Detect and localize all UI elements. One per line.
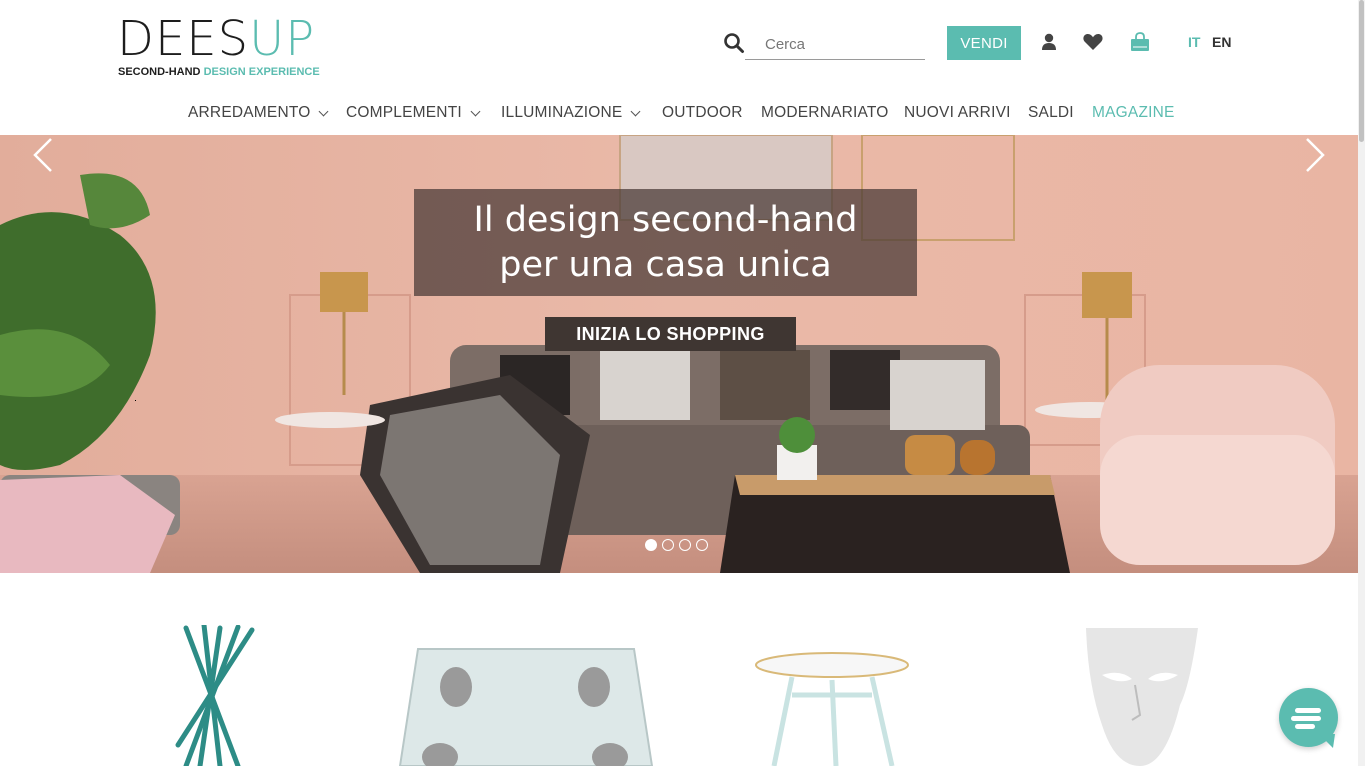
chevron-down-icon (470, 106, 481, 116)
nav-item-saldi[interactable]: SALDI (1028, 104, 1074, 122)
nav-item-complementi[interactable]: COMPLEMENTI (346, 104, 481, 122)
start-shopping-button[interactable]: INIZIA LO SHOPPING (545, 317, 796, 351)
product-image-glass-table[interactable] (398, 625, 654, 766)
language-it[interactable]: IT (1188, 34, 1200, 50)
product-strip (0, 573, 1358, 766)
nav-item-modernariato[interactable]: MODERNARIATO (761, 104, 889, 122)
nav-item-magazine[interactable]: MAGAZINE (1092, 104, 1175, 122)
slider-dots (645, 539, 708, 551)
heart-icon[interactable] (1081, 30, 1105, 54)
chevron-right-icon[interactable] (1295, 135, 1335, 175)
site-header: DEESUP SECOND-HAND DESIGN EXPERIENCE VEN… (0, 0, 1358, 135)
search-icon[interactable] (723, 32, 745, 54)
logo-mark: DEESUP (117, 11, 316, 67)
main-nav: ARREDAMENTO COMPLEMENTI ILLUMINAZIONE OU… (0, 104, 1358, 126)
sell-button[interactable]: VENDI (947, 26, 1021, 60)
nav-item-illuminazione[interactable]: ILLUMINAZIONE (501, 104, 641, 122)
product-image-mask-chair[interactable] (1040, 625, 1240, 766)
hero-headline-line-2: per una casa unica (499, 245, 832, 285)
chevron-left-icon[interactable] (25, 135, 65, 175)
slider-dot-3[interactable] (679, 539, 691, 551)
chevron-down-icon (319, 106, 329, 116)
product-image-coat-stand[interactable] (120, 625, 320, 766)
nav-item-arredamento[interactable]: ARREDAMENTO (188, 104, 329, 122)
chevron-down-icon (631, 106, 641, 116)
hero-headline: Il design second-hand per una casa unica (414, 189, 917, 296)
search-input[interactable] (745, 30, 925, 60)
shopping-bag-icon[interactable] (1128, 30, 1152, 54)
slider-dot-1[interactable] (645, 539, 657, 551)
language-en[interactable]: EN (1212, 34, 1231, 50)
logo-tagline: SECOND-HAND DESIGN EXPERIENCE (118, 66, 320, 78)
scrollbar-thumb[interactable] (1359, 0, 1364, 142)
logo[interactable]: DEESUP SECOND-HAND DESIGN EXPERIENCE (117, 11, 347, 80)
chat-icon[interactable] (1279, 688, 1338, 748)
hero-headline-line-1: Il design second-hand (473, 200, 858, 240)
slider-dot-2[interactable] (662, 539, 674, 551)
nav-item-nuovi-arrivi[interactable]: NUOVI ARRIVI (904, 104, 1011, 122)
user-icon[interactable] (1037, 30, 1061, 54)
nav-item-outdoor[interactable]: OUTDOOR (662, 104, 743, 122)
product-image-side-table[interactable] (752, 625, 952, 766)
slider-dot-4[interactable] (696, 539, 708, 551)
